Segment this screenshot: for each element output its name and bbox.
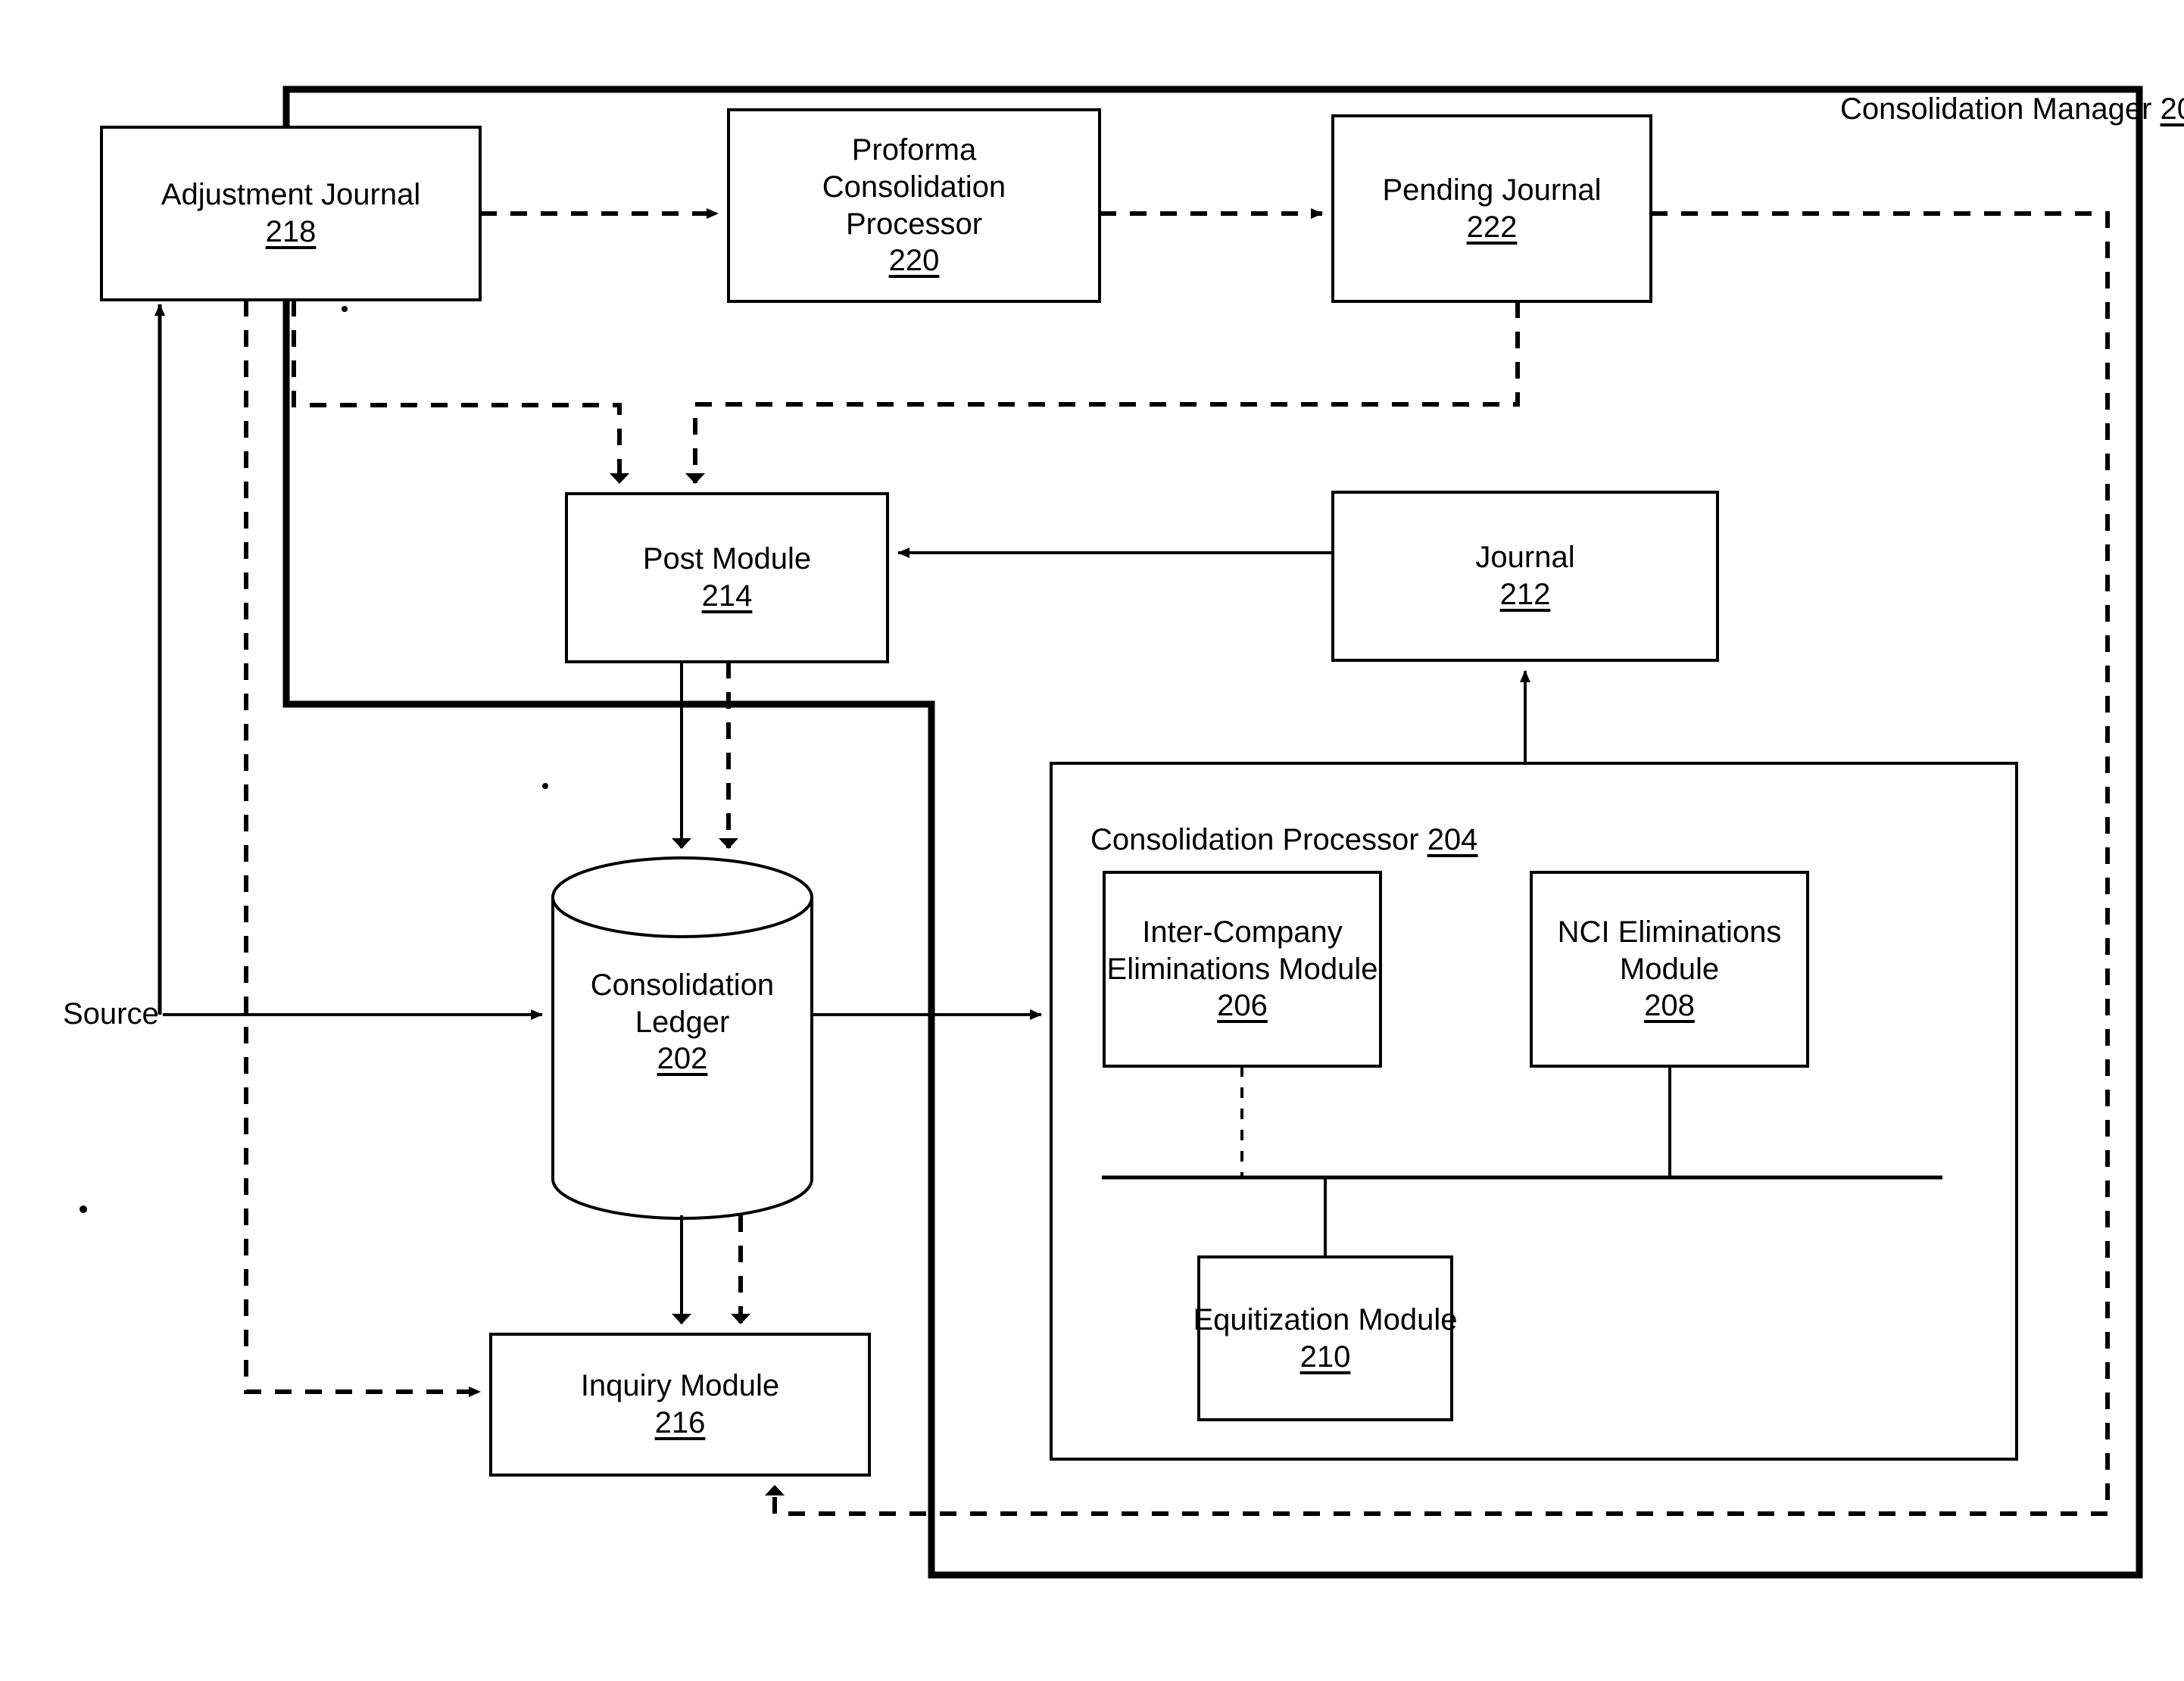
post-module-title: Post Module [642,542,812,576]
proforma-number: 220 [888,244,940,278]
adjustment-journal-number: 218 [265,215,317,248]
journal-title: Journal [1475,541,1575,575]
consolidation-manager-label-line1: Consolidation [1840,92,2024,126]
source-label: Source [63,997,159,1031]
consolidation-ledger-title-line2: Ledger [635,1005,730,1039]
consolidation-processor-title: Consolidation Processor [1090,823,1419,856]
dashed-adjustment-to-inquiry [244,300,481,1397]
journal-node[interactable]: Journal 212 [1333,492,1718,660]
inquiry-module-title: Inquiry Module [580,1369,780,1403]
consolidation-ledger-number: 202 [657,1042,708,1076]
nci-title-line2: Module [1619,952,1720,986]
intercompany-number: 206 [1217,989,1268,1023]
pending-journal-title: Pending Journal [1382,173,1602,207]
adjustment-journal-title: Adjustment Journal [161,178,421,212]
scan-speck [542,783,548,789]
inquiry-module-node[interactable]: Inquiry Module 216 [491,1334,869,1475]
inquiry-module-number: 216 [654,1406,706,1439]
nci-eliminations-module-node[interactable]: NCI Eliminations Module 208 [1531,872,1808,1066]
nci-title-line1: NCI Eliminations [1557,915,1782,949]
equitization-title: Equitization Module [1193,1302,1458,1336]
nci-number: 208 [1644,989,1695,1023]
intercompany-title-line1: Inter-Company [1142,915,1343,949]
scan-speck [80,1205,87,1213]
consolidation-ledger-title-line1: Consolidation [590,968,775,1002]
journal-number: 212 [1499,578,1551,611]
consolidation-manager-label: Consolidation Manager 200 [1840,91,2184,128]
consolidation-processor-number: 204 [1427,823,1478,856]
equitization-number: 210 [1299,1339,1351,1374]
consolidation-manager-label-line2row: Manager 200 [2033,92,2184,126]
proforma-title-line2: Consolidation [822,170,1006,204]
dashed-pending-to-post-module [685,301,1520,484]
proforma-title-line3: Processor [845,207,983,241]
post-module-node[interactable]: Post Module 214 [566,494,888,662]
consolidation-manager-label-line2: Manager [2032,92,2152,126]
intercompany-title-line2: Eliminations Module [1106,952,1378,986]
dashed-adjustment-to-post-module [292,300,629,484]
consolidation-processor-border [1050,762,2018,1461]
consolidation-manager-number: 200 [2160,92,2184,126]
post-module-number: 214 [701,579,753,613]
consolidation-processor-label: Consolidation Processor 204 [1090,822,1477,859]
proforma-consolidation-processor-node[interactable]: Proforma Consolidation Processor 220 [729,110,1100,301]
intercompany-eliminations-module-node[interactable]: Inter-Company Eliminations Module 206 [1104,872,1381,1066]
scan-speck [342,306,348,312]
figure-canvas: Consolidation Manager 200 Adjustment Jou… [0,0,2184,1681]
pending-journal-number: 222 [1466,210,1518,244]
equitization-module-node[interactable]: Equitization Module 210 [1193,1257,1457,1420]
adjustment-journal-node[interactable]: Adjustment Journal 218 [101,127,480,300]
pending-journal-node[interactable]: Pending Journal 222 [1333,116,1651,301]
consolidation-ledger-node[interactable]: Consolidation Ledger 202 [553,928,812,1117]
proforma-title-line1: Proforma [851,133,977,167]
